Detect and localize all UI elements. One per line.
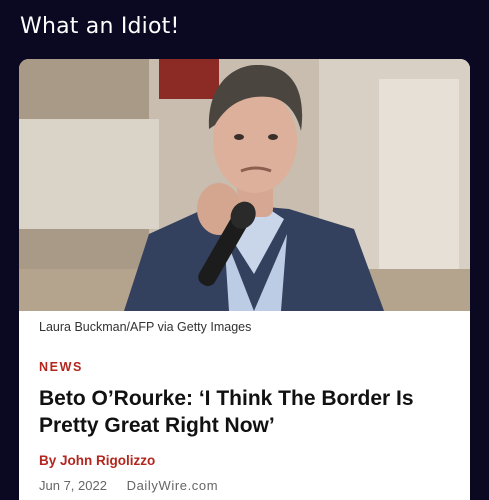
- article-source: DailyWire.com: [126, 478, 219, 493]
- photo-credit: Laura Buckman/AFP via Getty Images: [39, 320, 252, 334]
- article-meta: Jun 7, 2022 DailyWire.com: [39, 478, 218, 493]
- article-byline: By John Rigolizzo: [39, 453, 156, 468]
- article-date: Jun 7, 2022: [39, 478, 107, 493]
- article-section-label: NEWS: [39, 360, 83, 374]
- article-photo: [19, 59, 470, 311]
- post-text: What an Idiot!: [20, 14, 180, 39]
- article-headline[interactable]: Beto O’Rourke: ‘I Think The Border Is Pr…: [39, 385, 454, 439]
- article-link-card[interactable]: Laura Buckman/AFP via Getty Images NEWS …: [19, 59, 470, 500]
